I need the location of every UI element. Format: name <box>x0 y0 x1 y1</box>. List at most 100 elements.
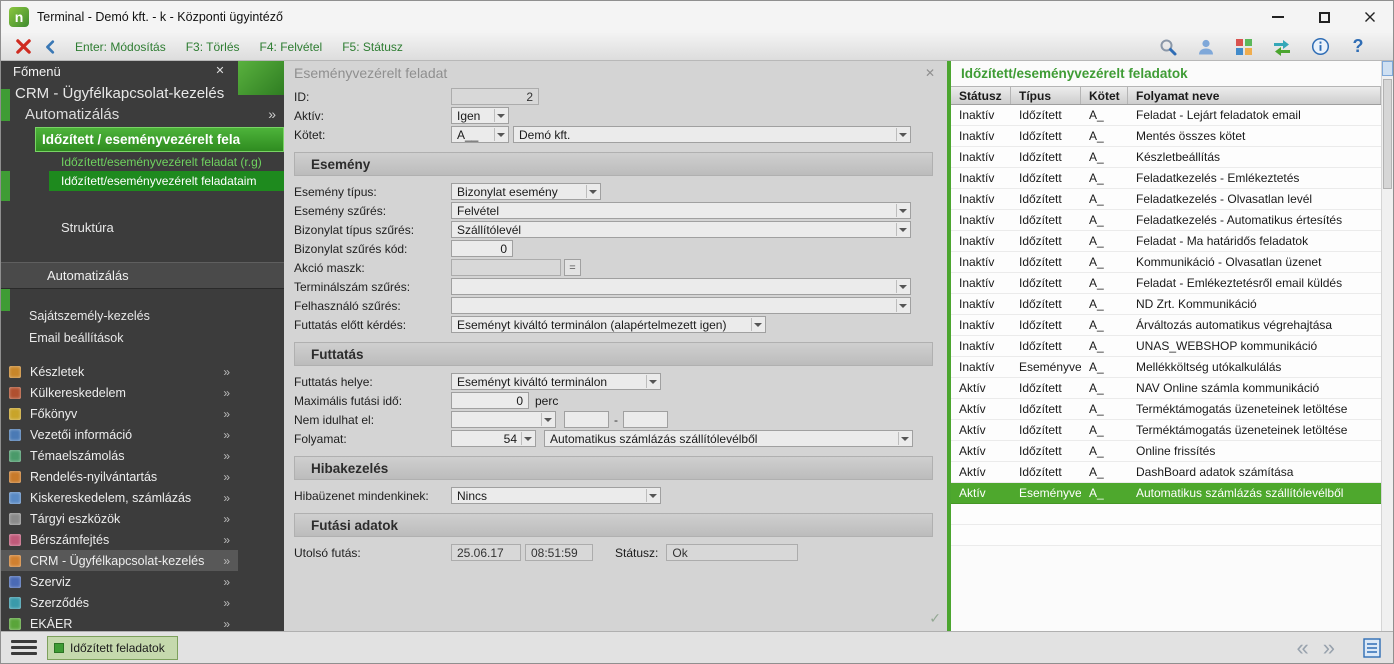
task-row[interactable]: Aktív Időzített A_ Online frissítés <box>951 441 1381 462</box>
task-row[interactable]: Inaktív Időzített A_ Feladat - Emlékezte… <box>951 273 1381 294</box>
sidebar-module-item[interactable]: CRM - Ügyfélkapcsolat-kezelés <box>1 550 238 571</box>
task-row[interactable]: Inaktív Időzített A_ Feladatkezelés - Au… <box>951 210 1381 231</box>
task-name: DashBoard adatok számítása <box>1128 465 1381 479</box>
minimize-button[interactable] <box>1255 1 1301 33</box>
sidebar-selected-group-automatizalas[interactable]: Automatizálás <box>1 262 284 289</box>
esemeny-tipus-dropdown[interactable]: Bizonylat esemény <box>451 183 601 200</box>
task-row[interactable]: Aktív Időzített A_ NAV Online számla kom… <box>951 378 1381 399</box>
tab-idozitett-feladatok[interactable]: Időzített feladatok <box>47 636 178 660</box>
nem-indulhat-dropdown[interactable] <box>451 411 556 428</box>
akcio-maszk-edit-button[interactable]: = <box>564 259 581 276</box>
sidebar-module-item[interactable]: Témaelszámolás <box>1 445 238 466</box>
help-button[interactable]: ? <box>1347 36 1369 58</box>
kotet-label: Kötet: <box>294 128 451 142</box>
close-button[interactable] <box>1347 1 1393 33</box>
sidebar-item-struktura[interactable]: Struktúra <box>1 215 284 240</box>
sidebar-module-item[interactable]: Bérszámfejtés <box>1 529 238 550</box>
sidebar-link-item[interactable]: Sajátszemély-kezelés <box>1 305 284 327</box>
esemeny-szures-dropdown[interactable]: Felvétel <box>451 202 911 219</box>
task-row[interactable]: Aktív Időzített A_ DashBoard adatok szám… <box>951 462 1381 483</box>
task-row[interactable]: Aktív Időzített A_ Terméktámogatás üzene… <box>951 420 1381 441</box>
task-row[interactable]: Inaktív Időzített A_ Árváltozás automati… <box>951 315 1381 336</box>
kotet-code-dropdown[interactable]: A__ <box>451 126 509 143</box>
back-button[interactable] <box>37 35 65 59</box>
modules-button[interactable] <box>1233 36 1255 58</box>
terminalszam-dropdown[interactable] <box>451 278 911 295</box>
info-button[interactable] <box>1309 36 1331 58</box>
sidebar-module-item[interactable]: Tárgyi eszközök <box>1 508 238 529</box>
task-row[interactable]: Inaktív Időzített A_ Készletbeállítás <box>951 147 1381 168</box>
column-header-statusz[interactable]: Státusz <box>951 87 1011 104</box>
akcio-maszk-field[interactable] <box>451 259 561 276</box>
hibauzenet-dropdown[interactable]: Nincs <box>451 487 661 504</box>
column-header-kotet[interactable]: Kötet <box>1081 87 1128 104</box>
task-row[interactable]: Inaktív Időzített A_ UNAS_WEBSHOP kommun… <box>951 336 1381 357</box>
task-row[interactable]: Inaktív Időzített A_ Feladatkezelés - Ol… <box>951 189 1381 210</box>
futtatas-kerdes-label: Futtatás előtt kérdés: <box>294 318 451 332</box>
back-icon <box>43 39 59 55</box>
previous-page-icon[interactable] <box>1297 635 1309 661</box>
bizonylat-kod-field[interactable]: 0 <box>451 240 513 257</box>
exit-button[interactable] <box>9 35 37 59</box>
id-field[interactable]: 2 <box>451 88 539 105</box>
folyamat-code-dropdown[interactable]: 54 <box>451 430 536 447</box>
futtatas-helye-dropdown[interactable]: Eseményt kiváltó terminálon <box>451 373 661 390</box>
sidebar-module-item[interactable]: Főkönyv <box>1 403 238 424</box>
task-row[interactable]: Inaktív Időzített A_ Kommunikáció - Olva… <box>951 252 1381 273</box>
sidebar-module-item[interactable]: Kiskereskedelem, számlázás <box>1 487 238 508</box>
sidebar-module-item[interactable]: Szerződés <box>1 592 238 613</box>
nem-indulhat-ig-field[interactable] <box>623 411 668 428</box>
sidebar-module-item[interactable]: Szerviz <box>1 571 238 592</box>
shortcut-label[interactable]: F4: Felvétel <box>260 40 323 54</box>
column-header-folyamat-neve[interactable]: Folyamat neve <box>1128 87 1381 104</box>
sidebar-subitem-feladat-rg[interactable]: Időzített/eseményvezérelt feladat (r.g) <box>1 152 284 171</box>
scrollbar-top-button[interactable] <box>1382 61 1393 76</box>
sidebar-module-item[interactable]: Készletek <box>1 361 238 382</box>
task-row[interactable]: Aktív Időzített A_ Terméktámogatás üzene… <box>951 399 1381 420</box>
column-header-tipus[interactable]: Típus <box>1011 87 1081 104</box>
task-row[interactable]: Inaktív Időzített A_ Feladat - Lejárt fe… <box>951 105 1381 126</box>
task-row[interactable]: Inaktív Időzített A_ Feladatkezelés - Em… <box>951 168 1381 189</box>
task-type: Időzített <box>1011 192 1081 206</box>
sidebar-module-item[interactable]: EKÁER <box>1 613 238 631</box>
task-row[interactable]: Inaktív Időzített A_ Feladat - Ma határi… <box>951 231 1381 252</box>
sidebar-close-icon[interactable] <box>212 63 228 79</box>
scrollbar[interactable] <box>1381 61 1393 631</box>
list-view-button[interactable] <box>1363 637 1383 659</box>
next-page-icon[interactable] <box>1323 635 1335 661</box>
task-volume: A_ <box>1081 360 1128 374</box>
scrollbar-thumb[interactable] <box>1383 79 1392 189</box>
shortcut-label[interactable]: F3: Törlés <box>186 40 240 54</box>
task-row[interactable]: Inaktív Időzített A_ Mentés összes kötet <box>951 126 1381 147</box>
nem-indulhat-tol-field[interactable] <box>564 411 609 428</box>
sidebar-item-idozitett-esemenyvezerelt[interactable]: Időzített / eseményvezérelt fela <box>35 127 284 152</box>
sidebar-link-item[interactable]: Email beállítások <box>1 327 284 349</box>
felhasznalo-dropdown[interactable] <box>451 297 911 314</box>
hamburger-menu-button[interactable] <box>11 637 37 659</box>
transfer-button[interactable] <box>1271 36 1293 58</box>
sidebar-subitem-feladataim[interactable]: Időzített/eseményvezérelt feladataim <box>49 171 284 191</box>
task-name: Árváltozás automatikus végrehajtása <box>1128 318 1381 332</box>
sidebar-group-automatizalas[interactable]: Automatizálás <box>1 104 284 127</box>
sidebar-module-item[interactable]: Rendelés-nyilvántartás <box>1 466 238 487</box>
folyamat-name-dropdown[interactable]: Automatikus számlázás szállítólevélből <box>544 430 913 447</box>
aktiv-dropdown[interactable]: Igen <box>451 107 509 124</box>
search-button[interactable] <box>1157 36 1179 58</box>
sidebar-module-item[interactable]: Külkereskedelem <box>1 382 238 403</box>
form-close-icon[interactable] <box>925 66 935 80</box>
hibauzenet-label: Hibaüzenet mindenkinek: <box>294 489 451 503</box>
maximize-button[interactable] <box>1301 1 1347 33</box>
module-label: Külkereskedelem <box>30 386 223 400</box>
sidebar-module-item[interactable]: Vezetői információ <box>1 424 238 445</box>
task-row[interactable]: Inaktív Időzített A_ ND Zrt. Kommunikáci… <box>951 294 1381 315</box>
shortcut-label[interactable]: Enter: Módosítás <box>75 40 166 54</box>
task-row[interactable]: Inaktív Eseményvez. A_ Mellékköltség utó… <box>951 357 1381 378</box>
kotet-name-dropdown[interactable]: Demó kft. <box>513 126 911 143</box>
bizonylat-tipus-dropdown[interactable]: Szállítólevél <box>451 221 911 238</box>
task-row[interactable]: Aktív Eseményvez. A_ Automatikus számláz… <box>951 483 1381 504</box>
user-button[interactable] <box>1195 36 1217 58</box>
futtatas-kerdes-dropdown[interactable]: Eseményt kiváltó terminálon (alapértelme… <box>451 316 766 333</box>
task-status: Inaktív <box>951 360 1011 374</box>
max-futasi-ido-field[interactable]: 0 <box>451 392 529 409</box>
shortcut-label[interactable]: F5: Státusz <box>342 40 403 54</box>
